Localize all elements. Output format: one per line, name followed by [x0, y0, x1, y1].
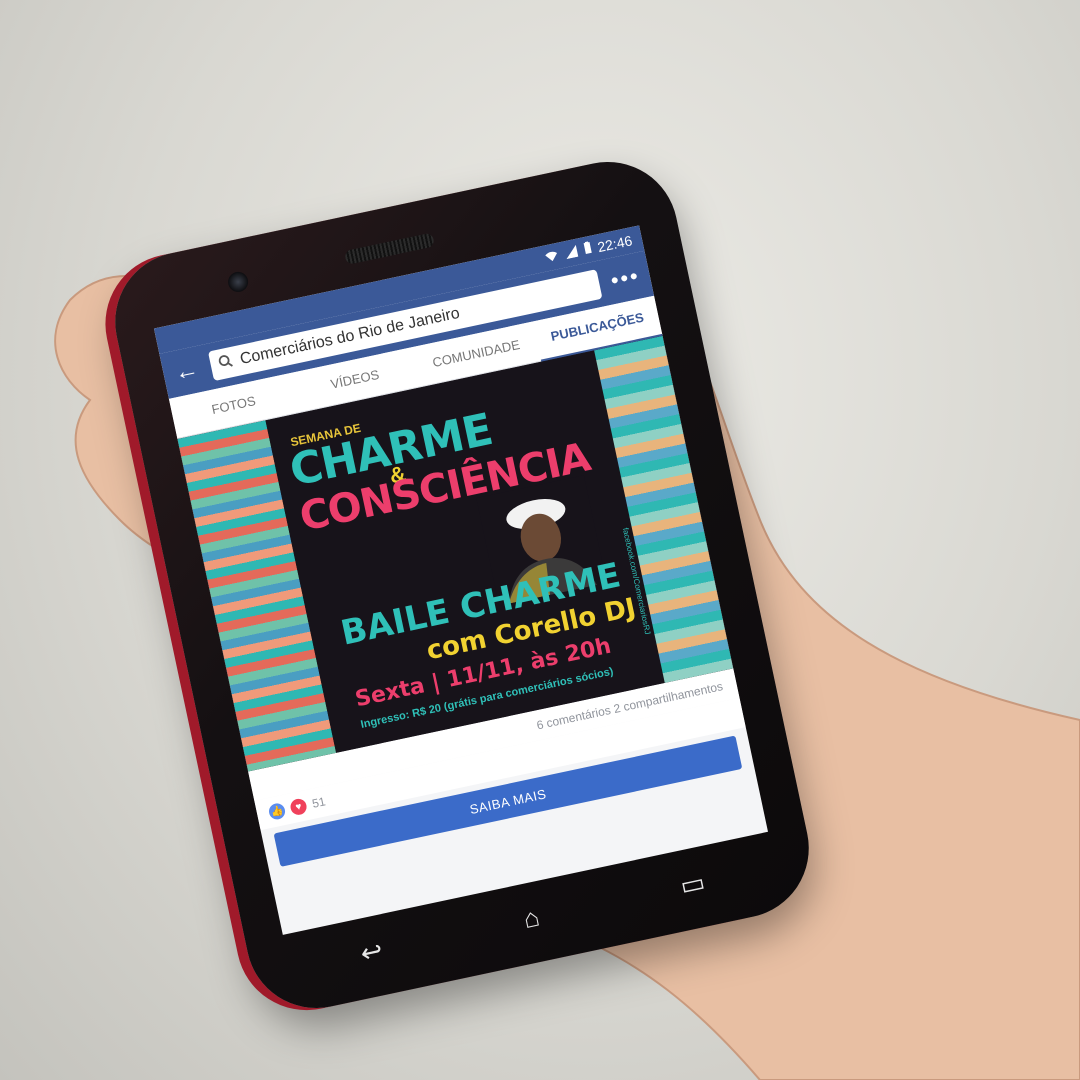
search-icon [217, 353, 235, 374]
signal-icon [563, 244, 580, 263]
saiba-mais-label: SAIBA MAIS [468, 785, 548, 817]
battery-icon [582, 241, 593, 258]
love-icon: ♥ [289, 797, 309, 817]
nav-back-icon[interactable]: ↩ [358, 934, 386, 969]
nav-recents-icon[interactable]: ▭ [677, 866, 707, 901]
more-icon[interactable]: ••• [608, 263, 642, 294]
nav-home-icon[interactable]: ⌂ [520, 901, 542, 935]
status-time: 22:46 [596, 232, 634, 256]
wifi-icon [543, 248, 560, 267]
reaction-count: 51 [310, 794, 327, 811]
like-icon: 👍 [267, 801, 287, 821]
back-arrow-icon[interactable]: ← [171, 355, 202, 388]
